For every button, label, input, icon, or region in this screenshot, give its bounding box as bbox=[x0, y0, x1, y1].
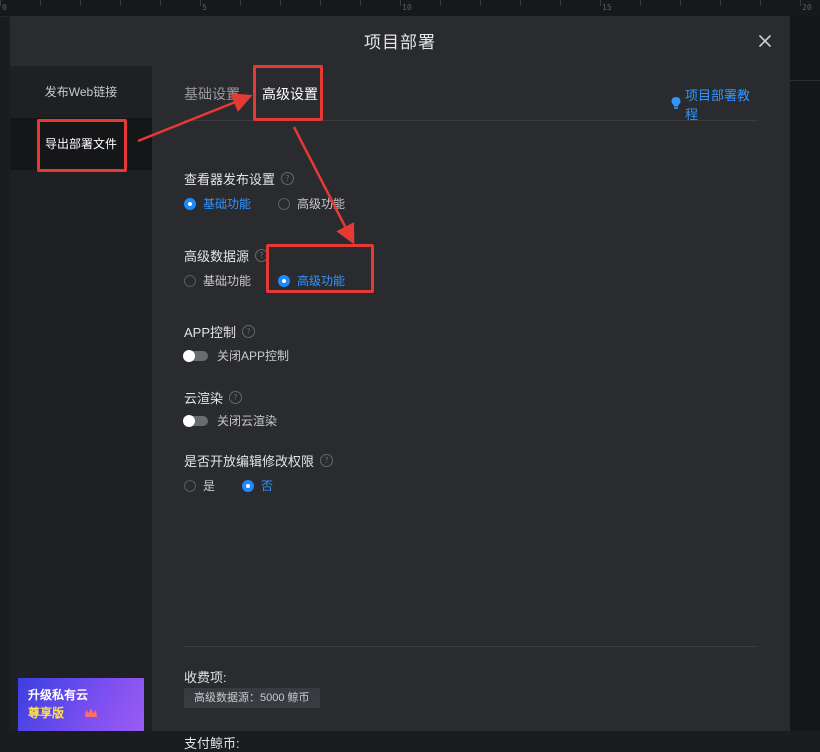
annotation-box-export bbox=[37, 119, 127, 172]
edit-permission-no-radio[interactable]: 否 bbox=[242, 477, 273, 494]
toggle-label: 关闭云渲染 bbox=[217, 414, 278, 428]
settings-panel: 基础设置 高级设置 项目部署教程 查看器发布设置 ? 基础功能 高级功能 高级数… bbox=[152, 66, 790, 751]
toggle-label: 关闭APP控制 bbox=[217, 349, 290, 363]
edit-permission-label: 是否开放编辑修改权限 ? bbox=[184, 451, 334, 470]
radio-label: 是 bbox=[203, 479, 216, 493]
radio-unchecked-icon bbox=[184, 274, 196, 287]
upgrade-title: 升级私有云 bbox=[28, 688, 89, 702]
radio-unchecked-icon bbox=[184, 479, 196, 492]
radio-label: 基础功能 bbox=[203, 274, 252, 288]
top-ruler: 0 5 10 15 20 bbox=[0, 0, 820, 17]
edit-permission-text: 是否开放编辑修改权限 bbox=[184, 454, 315, 469]
app-control-toggle-row: 关闭APP控制 bbox=[183, 347, 290, 364]
divider bbox=[184, 646, 758, 647]
viewer-publish-label: 查看器发布设置 ? bbox=[184, 169, 295, 188]
viewer-advanced-radio[interactable]: 高级功能 bbox=[278, 195, 345, 212]
radio-label: 高级功能 bbox=[297, 197, 346, 211]
datasource-text: 高级数据源 bbox=[184, 249, 250, 264]
radio-label: 基础功能 bbox=[203, 197, 252, 211]
backdrop-panel bbox=[790, 16, 820, 731]
radio-label: 否 bbox=[261, 479, 274, 493]
ruler-number: 20 bbox=[802, 3, 812, 12]
datasource-label: 高级数据源 ? bbox=[184, 246, 269, 265]
tab-basic-settings[interactable]: 基础设置 bbox=[184, 84, 240, 104]
pay-label: 支付鲸币: bbox=[184, 736, 240, 751]
cloud-render-toggle-row: 关闭云渲染 bbox=[183, 412, 278, 429]
annotation-box-advanced-datasource bbox=[266, 244, 374, 293]
sidebar-item-publish-web-link[interactable]: 发布Web链接 bbox=[10, 66, 152, 118]
edit-permission-yes-radio[interactable]: 是 bbox=[184, 477, 215, 494]
datasource-basic-radio[interactable]: 基础功能 bbox=[184, 272, 251, 289]
tutorial-link[interactable]: 项目部署教程 bbox=[670, 85, 758, 123]
dialog-header: 项目部署 bbox=[10, 16, 790, 66]
tutorial-label: 项目部署教程 bbox=[685, 88, 751, 122]
radio-checked-icon bbox=[242, 479, 254, 492]
close-icon[interactable] bbox=[755, 31, 775, 51]
ruler-number: 0 bbox=[2, 3, 7, 12]
deploy-dialog: 项目部署 发布Web链接 导出部署文件 升级私有云 尊享版 基础设置 高级设置 bbox=[10, 16, 790, 751]
viewer-publish-text: 查看器发布设置 bbox=[184, 172, 276, 187]
upgrade-private-cloud-banner[interactable]: 升级私有云 尊享版 bbox=[18, 678, 144, 731]
cloud-render-text: 云渲染 bbox=[184, 391, 224, 406]
bulb-icon bbox=[670, 96, 682, 113]
radio-unchecked-icon bbox=[278, 197, 290, 210]
crown-icon bbox=[84, 706, 98, 724]
help-icon[interactable]: ? bbox=[281, 172, 295, 185]
fee-label: 收费项: bbox=[184, 670, 227, 685]
cloud-render-toggle[interactable] bbox=[183, 414, 208, 427]
viewer-basic-radio[interactable]: 基础功能 bbox=[184, 195, 251, 212]
app-control-toggle[interactable] bbox=[183, 349, 208, 362]
app-control-label: APP控制 ? bbox=[184, 322, 256, 341]
help-icon[interactable]: ? bbox=[242, 325, 256, 338]
dialog-title: 项目部署 bbox=[364, 33, 436, 52]
ruler-number: 10 bbox=[402, 3, 412, 12]
annotation-box-advanced-tab bbox=[253, 65, 323, 121]
ruler-number: 5 bbox=[202, 3, 207, 12]
cloud-render-label: 云渲染 ? bbox=[184, 388, 243, 407]
fee-item-badge: 高级数据源：5000 鲸币 bbox=[184, 688, 320, 708]
help-icon[interactable]: ? bbox=[320, 454, 334, 467]
help-icon[interactable]: ? bbox=[229, 391, 243, 404]
radio-checked-icon bbox=[184, 197, 196, 210]
upgrade-subtitle: 尊享版 bbox=[28, 706, 65, 720]
ruler-number: 15 bbox=[602, 3, 612, 12]
app-control-text: APP控制 bbox=[184, 325, 237, 340]
